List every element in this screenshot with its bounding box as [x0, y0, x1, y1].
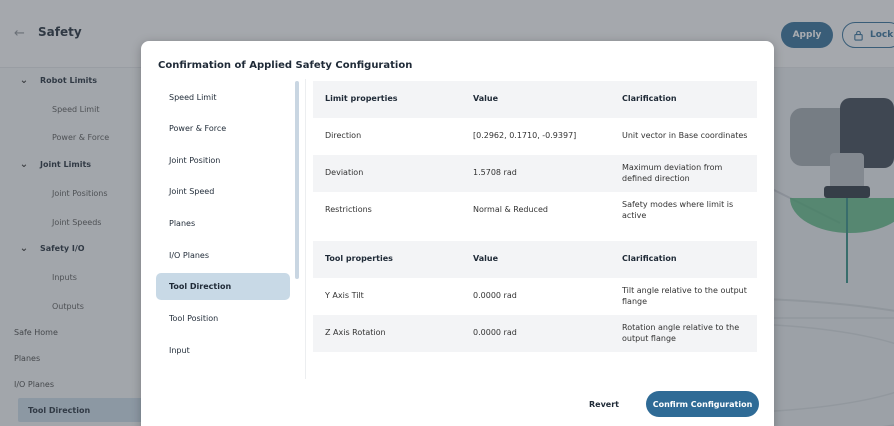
dialog-nav-power-force[interactable]: Power & Force — [156, 115, 290, 142]
column-header: Value — [473, 254, 499, 264]
nav-divider — [305, 79, 306, 379]
table-row: Deviation 1.5708 rad Maximum deviation f… — [313, 155, 757, 192]
dialog-nav-tool-position[interactable]: Tool Position — [156, 305, 290, 332]
limit-table-header: Limit properties Value Clarification — [313, 81, 757, 118]
property-value: [0.2962, 0.1710, -0.9397] — [473, 131, 577, 141]
nav-scrollbar[interactable] — [295, 81, 299, 279]
property-name: Y Axis Tilt — [325, 291, 364, 301]
table-row: Direction [0.2962, 0.1710, -0.9397] Unit… — [313, 118, 757, 155]
property-value: 0.0000 rad — [473, 291, 517, 301]
confirmation-dialog: Confirmation of Applied Safety Configura… — [141, 41, 774, 426]
property-clarification: Unit vector in Base coordinates — [622, 131, 748, 141]
property-clarification: Tilt angle relative to the output flange — [622, 285, 747, 306]
column-header: Tool properties — [325, 254, 393, 264]
property-name: Z Axis Rotation — [325, 328, 386, 338]
property-clarification: Rotation angle relative to the output fl… — [622, 322, 740, 343]
dialog-nav-speed-limit[interactable]: Speed Limit — [156, 84, 290, 111]
column-header: Clarification — [622, 254, 677, 264]
revert-button[interactable]: Revert — [589, 392, 619, 416]
property-name: Deviation — [325, 168, 364, 178]
table-row: Z Axis Rotation 0.0000 rad Rotation angl… — [313, 315, 757, 352]
property-value: 1.5708 rad — [473, 168, 517, 178]
column-header: Value — [473, 94, 499, 104]
property-value: Normal & Reduced — [473, 205, 548, 215]
table-row: Y Axis Tilt 0.0000 rad Tilt angle relati… — [313, 278, 757, 315]
dialog-title: Confirmation of Applied Safety Configura… — [158, 60, 413, 71]
dialog-nav-io-planes[interactable]: I/O Planes — [156, 242, 290, 269]
dialog-nav-planes[interactable]: Planes — [156, 210, 290, 237]
property-clarification: Maximum deviation from defined direction — [622, 162, 723, 183]
dialog-nav-list: Speed Limit Power & Force Joint Position… — [156, 84, 290, 390]
column-header: Limit properties — [325, 94, 398, 104]
confirm-configuration-button[interactable]: Confirm Configuration — [646, 391, 759, 417]
dialog-nav-joint-speed[interactable]: Joint Speed — [156, 178, 290, 205]
column-header: Clarification — [622, 94, 677, 104]
dialog-nav-joint-position[interactable]: Joint Position — [156, 147, 290, 174]
property-value: 0.0000 rad — [473, 328, 517, 338]
property-name: Restrictions — [325, 205, 372, 215]
property-clarification: Safety modes where limit is active — [622, 199, 734, 220]
property-name: Direction — [325, 131, 362, 141]
table-row: Restrictions Normal & Reduced Safety mod… — [313, 192, 757, 229]
dialog-nav-tool-direction[interactable]: Tool Direction — [156, 273, 290, 300]
dialog-nav-input[interactable]: Input — [156, 337, 290, 364]
tool-table-header: Tool properties Value Clarification — [313, 241, 757, 278]
